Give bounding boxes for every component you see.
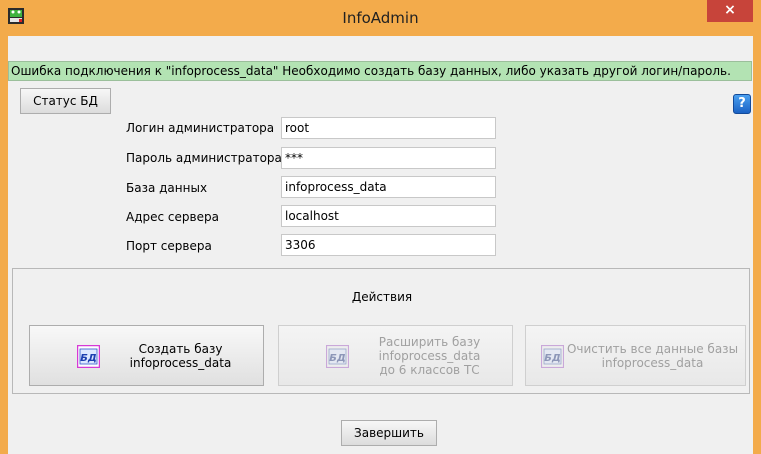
database-label: База данных (126, 181, 208, 195)
server-address-field[interactable]: localhost (281, 205, 496, 227)
db-icon-text: БД (544, 353, 561, 364)
extend-db-label: Расширить базу infoprocess_data до 6 кла… (378, 334, 481, 377)
database-icon: БД (326, 345, 349, 368)
server-port-label: Порт сервера (126, 239, 212, 253)
window-title: InfoAdmin (342, 9, 419, 27)
db-status-button[interactable]: Статус БД (20, 88, 111, 114)
admin-password-label: Пароль администратора (126, 151, 282, 165)
help-icon[interactable]: ? (733, 94, 751, 114)
window-frame-left (0, 36, 8, 454)
create-db-button[interactable]: БД Создать базу infoprocess_data (29, 325, 264, 386)
title-bar: InfoAdmin × (0, 0, 761, 36)
close-button[interactable]: × (707, 0, 753, 22)
extend-db-button[interactable]: БД Расширить базу infoprocess_data до 6 … (278, 325, 513, 386)
clear-db-label: Очистить все данные базы infoprocess_dat… (566, 341, 739, 370)
actions-panel: Действия БД Создать базу infoprocess_dat… (12, 268, 750, 394)
database-icon: БД (541, 345, 564, 368)
window-frame-right (753, 36, 761, 454)
admin-login-label: Логин администратора (126, 121, 275, 135)
database-icon: БД (77, 345, 100, 368)
db-icon-text: БД (329, 353, 346, 364)
create-db-label: Создать базу infoprocess_data (129, 341, 232, 370)
server-port-field[interactable]: 3306 (281, 234, 496, 256)
window-client-area: Ошибка подключения к "infoprocess_data" … (8, 36, 753, 454)
actions-title: Действия (351, 290, 413, 304)
admin-password-field[interactable]: *** (281, 147, 496, 169)
finish-button[interactable]: Завершить (341, 420, 437, 446)
admin-login-field[interactable]: root (281, 117, 496, 139)
db-icon-text: БД (80, 353, 97, 364)
database-field[interactable]: infoprocess_data (281, 176, 496, 198)
clear-db-button[interactable]: БД Очистить все данные базы infoprocess_… (525, 325, 746, 386)
server-address-label: Адрес сервера (126, 210, 219, 224)
status-message: Ошибка подключения к "infoprocess_data" … (8, 61, 752, 81)
